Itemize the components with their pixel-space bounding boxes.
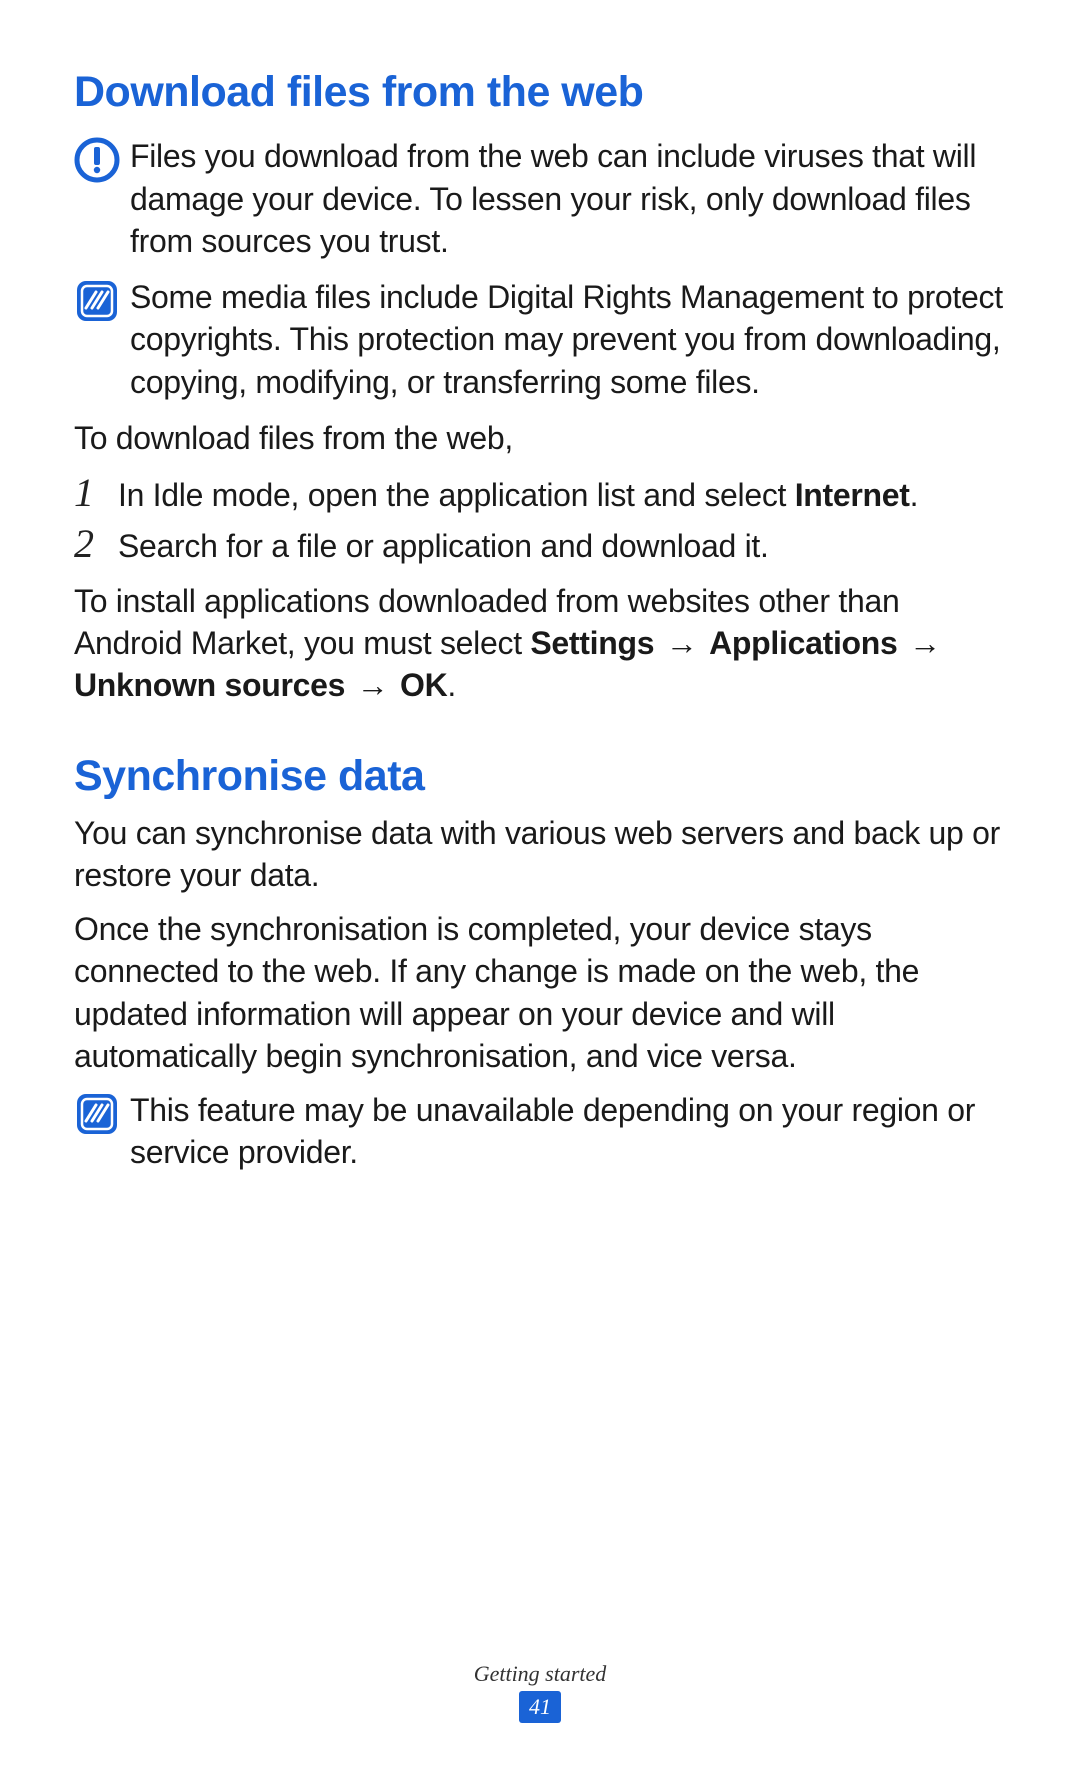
manual-page: Download files from the web Files you do… bbox=[0, 0, 1080, 1771]
step-1-pre: In Idle mode, open the application list … bbox=[118, 477, 795, 513]
install-b3: Unknown sources bbox=[74, 667, 345, 703]
step-1-text: In Idle mode, open the application list … bbox=[118, 474, 1006, 516]
sync-p1: You can synchronise data with various we… bbox=[74, 812, 1006, 896]
heading-download: Download files from the web bbox=[74, 68, 1006, 117]
step-2: 2 Search for a file or application and d… bbox=[74, 522, 1006, 567]
steps-list: 1 In Idle mode, open the application lis… bbox=[74, 471, 1006, 567]
info-note-region: This feature may be unavailable dependin… bbox=[74, 1089, 1006, 1173]
note-icon bbox=[74, 1091, 120, 1137]
warning-text: Files you download from the web can incl… bbox=[130, 135, 1006, 262]
install-b1: Settings bbox=[530, 625, 654, 661]
page-footer: Getting started 41 bbox=[0, 1661, 1080, 1723]
install-b4: OK bbox=[400, 667, 447, 703]
arrow-icon: → bbox=[906, 622, 944, 664]
note-icon bbox=[74, 278, 120, 324]
alert-icon bbox=[74, 137, 120, 183]
install-post: . bbox=[447, 667, 456, 703]
step-1-post: . bbox=[910, 477, 919, 513]
warning-note: Files you download from the web can incl… bbox=[74, 135, 1006, 262]
step-1: 1 In Idle mode, open the application lis… bbox=[74, 471, 1006, 516]
step-number: 2 bbox=[74, 522, 118, 566]
footer-section-label: Getting started bbox=[0, 1661, 1080, 1687]
heading-synchronise: Synchronise data bbox=[74, 752, 1006, 801]
region-text: This feature may be unavailable dependin… bbox=[130, 1089, 1006, 1173]
install-instructions: To install applications downloaded from … bbox=[74, 580, 1006, 707]
page-number-badge: 41 bbox=[519, 1691, 561, 1723]
step-2-text: Search for a file or application and dow… bbox=[118, 525, 1006, 567]
arrow-icon: → bbox=[663, 622, 701, 664]
download-intro: To download files from the web, bbox=[74, 417, 1006, 459]
info-note-drm: Some media files include Digital Rights … bbox=[74, 276, 1006, 403]
arrow-icon: → bbox=[354, 664, 392, 706]
sync-p2: Once the synchronisation is completed, y… bbox=[74, 908, 1006, 1077]
step-number: 1 bbox=[74, 471, 118, 515]
drm-text: Some media files include Digital Rights … bbox=[130, 276, 1006, 403]
step-1-bold: Internet bbox=[795, 477, 910, 513]
install-b2: Applications bbox=[709, 625, 897, 661]
